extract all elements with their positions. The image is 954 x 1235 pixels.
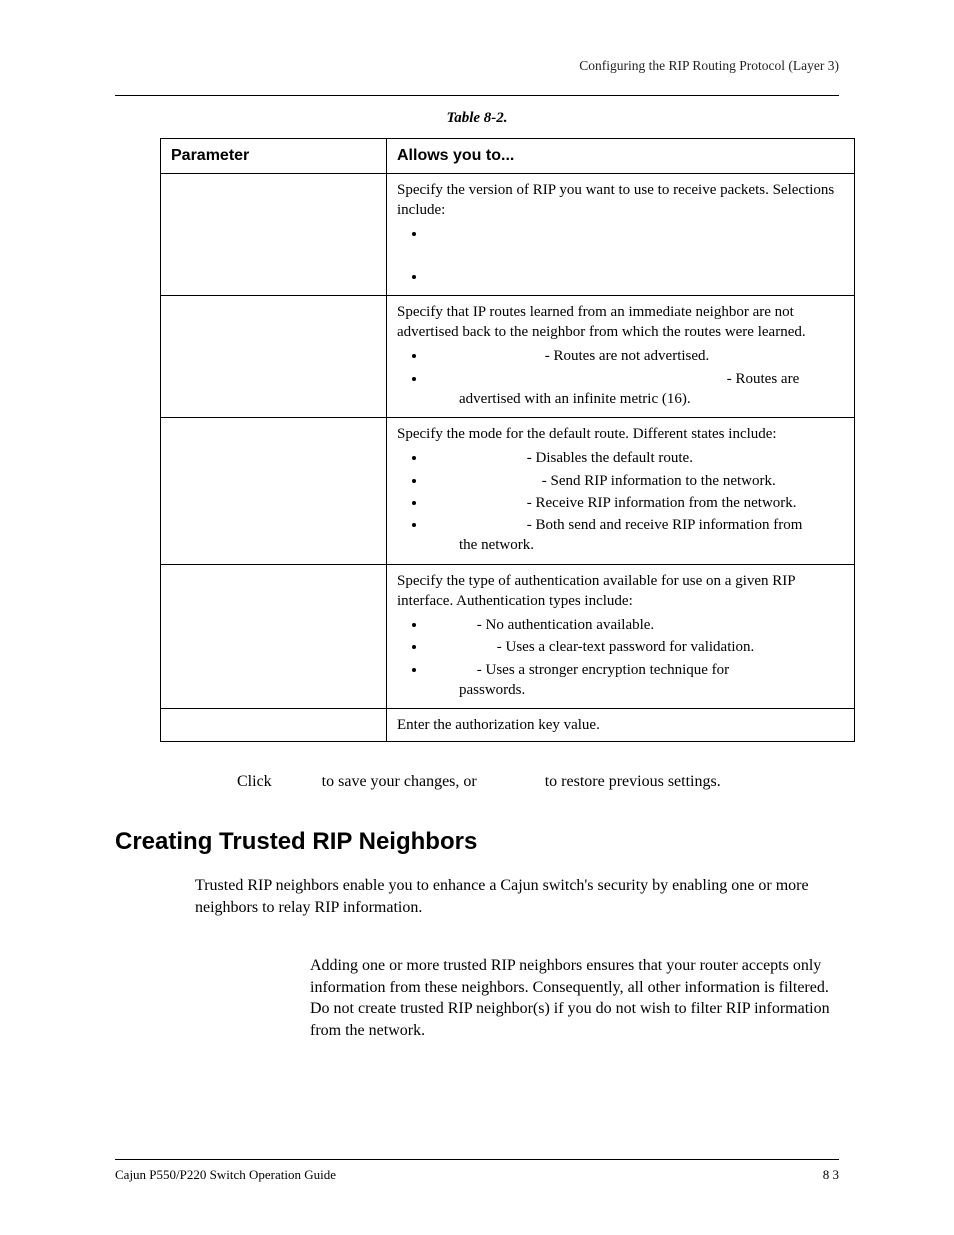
- list-item: [427, 267, 844, 287]
- section-intro: Trusted RIP neighbors enable you to enha…: [195, 875, 839, 918]
- param-cell: [161, 564, 387, 709]
- param-cell: [161, 295, 387, 417]
- desc-list: - Disables the default route. - Send RIP…: [397, 448, 844, 555]
- step-c: to restore previous settings.: [545, 773, 721, 790]
- page: Configuring the RIP Routing Protocol (La…: [0, 0, 954, 1235]
- list-text-cont: passwords.: [433, 680, 844, 700]
- list-text: - Disables the default route.: [523, 450, 693, 466]
- col-allows: Allows you to...: [387, 139, 855, 174]
- table-header-row: Parameter Allows you to...: [161, 139, 855, 174]
- col-parameter: Parameter: [161, 139, 387, 174]
- table-row: Specify that IP routes learned from an i…: [161, 295, 855, 417]
- footer-right: 8 3: [823, 1167, 839, 1183]
- section-heading: Creating Trusted RIP Neighbors: [115, 828, 477, 856]
- table-row: Specify the type of authentication avail…: [161, 564, 855, 709]
- list-item: - Send RIP information to the network.: [427, 471, 844, 491]
- list-item: [427, 224, 844, 265]
- list-text: - Routes are: [723, 371, 799, 387]
- desc-cell: Specify the type of authentication avail…: [387, 564, 855, 709]
- desc-lead: Specify the type of authentication avail…: [397, 573, 795, 609]
- footer-left: Cajun P550/P220 Switch Operation Guide: [115, 1167, 336, 1183]
- table-row: Enter the authorization key value.: [161, 709, 855, 742]
- desc-lead: Enter the authorization key value.: [397, 717, 600, 733]
- desc-cell: Enter the authorization key value.: [387, 709, 855, 742]
- list-text: - Send RIP information to the network.: [538, 473, 776, 489]
- list-text: - Uses a clear-text password for validat…: [493, 639, 754, 655]
- desc-cell: Specify that IP routes learned from an i…: [387, 295, 855, 417]
- list-item: - No authentication available.: [427, 615, 844, 635]
- step-text: Click to save your changes, or to restor…: [237, 773, 834, 791]
- list-item: - Receive RIP information from the netwo…: [427, 493, 844, 513]
- list-text-cont: the network.: [433, 535, 844, 555]
- parameter-table: Parameter Allows you to... Specify the v…: [160, 138, 855, 742]
- param-cell: [161, 709, 387, 742]
- step-a: Click: [237, 773, 276, 790]
- list-item: - Routes are advertised with an infinite…: [427, 369, 844, 410]
- section-note: Adding one or more trusted RIP neighbors…: [310, 955, 834, 1041]
- list-text: - No authentication available.: [473, 617, 654, 633]
- list-text: - Both send and receive RIP information …: [523, 517, 802, 533]
- list-item: - Routes are not advertised.: [427, 346, 844, 366]
- footer-rule: [115, 1159, 839, 1160]
- list-text-cont: advertised with an infinite metric (16).: [433, 389, 844, 409]
- list-text: - Uses a stronger encryption technique f…: [473, 662, 729, 678]
- param-cell: [161, 418, 387, 565]
- step-b: to save your changes, or: [322, 773, 481, 790]
- desc-cell: Specify the mode for the default route. …: [387, 418, 855, 565]
- list-text: - Routes are not advertised.: [541, 348, 709, 364]
- desc-list: - No authentication available. - Uses a …: [397, 615, 844, 700]
- desc-lead: Specify that IP routes learned from an i…: [397, 304, 806, 340]
- table-row: Specify the mode for the default route. …: [161, 418, 855, 565]
- desc-lead: Specify the mode for the default route. …: [397, 426, 777, 442]
- list-item: - Uses a clear-text password for validat…: [427, 637, 844, 657]
- header-rule: [115, 95, 839, 96]
- desc-list: - Routes are not advertised. - Routes ar…: [397, 346, 844, 409]
- desc-cell: Specify the version of RIP you want to u…: [387, 173, 855, 295]
- list-item: - Both send and receive RIP information …: [427, 515, 844, 556]
- list-text: - Receive RIP information from the netwo…: [523, 495, 797, 511]
- table-row: Specify the version of RIP you want to u…: [161, 173, 855, 295]
- running-header: Configuring the RIP Routing Protocol (La…: [579, 58, 839, 74]
- param-cell: [161, 173, 387, 295]
- table-caption: Table 8-2.: [0, 110, 954, 127]
- desc-lead: Specify the version of RIP you want to u…: [397, 182, 834, 218]
- list-item: - Disables the default route.: [427, 448, 844, 468]
- list-item: - Uses a stronger encryption technique f…: [427, 660, 844, 701]
- desc-list: [397, 224, 844, 287]
